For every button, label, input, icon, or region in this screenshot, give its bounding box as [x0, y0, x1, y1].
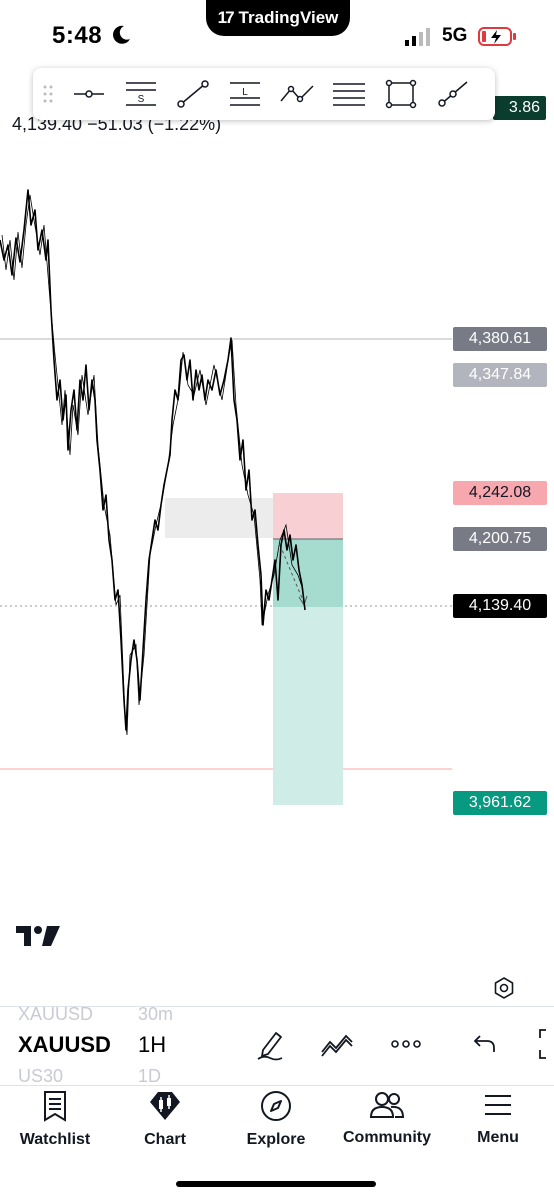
fib-retracement-tool-icon[interactable] [323, 68, 375, 120]
profit-zone [273, 607, 343, 805]
timeframe-option-prev[interactable]: 30m [138, 1004, 173, 1025]
nav-explore[interactable]: Explore [221, 1090, 331, 1149]
svg-text:S: S [138, 94, 145, 105]
price-series [0, 189, 306, 731]
nav-chart[interactable]: Chart [110, 1090, 220, 1149]
price-tag-last: 4,139.40 [453, 594, 547, 618]
svg-text:L: L [242, 87, 248, 98]
nav-community-label: Community [343, 1129, 431, 1146]
compass-icon [261, 1091, 291, 1121]
path-tool-icon[interactable] [271, 68, 323, 120]
nav-community[interactable]: Community [332, 1090, 442, 1147]
home-indicator[interactable] [176, 1181, 376, 1187]
drawing-toolbar: S L [33, 68, 495, 120]
chart-settings-icon[interactable] [493, 976, 515, 1000]
entry-zone [273, 539, 343, 607]
undo-icon[interactable] [472, 1032, 498, 1056]
community-icon [369, 1092, 405, 1118]
hamburger-menu-icon [485, 1095, 511, 1115]
timeframe-option-next[interactable]: 1D [138, 1066, 161, 1087]
price-chart[interactable] [0, 0, 554, 900]
rectangle-tool-icon[interactable] [375, 68, 427, 120]
timeframe-selector[interactable]: 1H [138, 1032, 166, 1058]
chart-icon [150, 1092, 180, 1120]
price-tag-stop-loss: 4,242.08 [453, 481, 547, 505]
watchlist-icon [44, 1091, 66, 1122]
nav-explore-label: Explore [246, 1131, 306, 1148]
drawing-tools-button[interactable] [254, 1028, 288, 1062]
fullscreen-icon[interactable] [536, 1028, 554, 1060]
price-tag-entry: 4,200.75 [453, 527, 547, 551]
drag-handle-icon[interactable] [33, 68, 63, 120]
nav-menu-label: Menu [477, 1129, 519, 1146]
gray-zone [165, 498, 287, 538]
nav-menu[interactable]: Menu [443, 1090, 553, 1147]
symbol-option-next[interactable]: US30 [18, 1066, 63, 1087]
horizontal-line-tool-icon[interactable] [63, 68, 115, 120]
symbol-selector[interactable]: XAUUSD [18, 1032, 111, 1058]
nav-watchlist[interactable]: Watchlist [0, 1090, 110, 1149]
price-tag-resistance: 4,380.61 [453, 327, 547, 351]
price-tag-top: 3.86 [493, 96, 546, 120]
tradingview-logo-icon [16, 926, 60, 946]
price-tag-high: 4,347.84 [453, 363, 547, 387]
long-position-tool-icon[interactable]: L [219, 68, 271, 120]
price-tag-target: 3,961.62 [453, 791, 547, 815]
nav-chart-label: Chart [144, 1131, 186, 1148]
ray-tool-icon[interactable] [427, 68, 479, 120]
nav-watchlist-label: Watchlist [19, 1131, 91, 1148]
symbol-option-prev[interactable]: XAUUSD [18, 1004, 93, 1025]
trend-line-tool-icon[interactable] [167, 68, 219, 120]
indicators-button[interactable] [320, 1032, 354, 1058]
more-options-icon[interactable] [390, 1038, 422, 1050]
divider [0, 1085, 554, 1086]
short-position-tool-icon[interactable]: S [115, 68, 167, 120]
